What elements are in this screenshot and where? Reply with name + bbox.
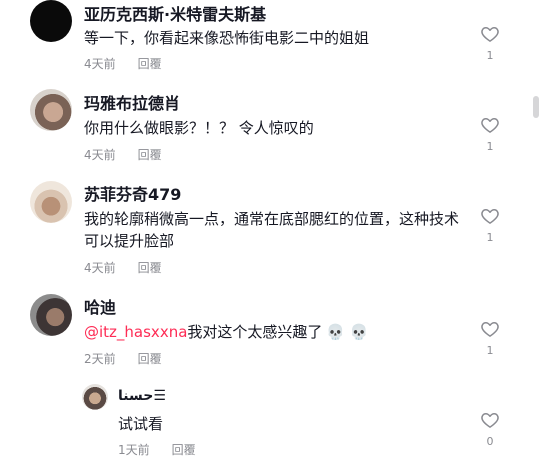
reply-text: 试试看: [118, 415, 164, 433]
comment-username[interactable]: 哈迪: [84, 297, 116, 319]
comment-text-body: 我对这个太感兴趣了: [187, 323, 323, 341]
like-button[interactable]: 1: [478, 206, 502, 244]
like-count: 1: [486, 344, 494, 357]
comment-text: 你用什么做眼影？！？ 令人惊叹的: [84, 119, 314, 137]
avatar[interactable]: [30, 0, 72, 42]
skull-emoji-icon: 💀 💀: [326, 323, 369, 341]
like-button[interactable]: 1: [478, 115, 502, 153]
comment-item: 玛雅布拉德肖 你用什么做眼影？！？ 令人惊叹的 4天前 回覆 1: [0, 88, 543, 168]
comment-item: 亚历克西斯·米特雷夫斯基 等一下，你看起来像恐怖街电影二中的姐姐 4天前 回覆 1: [0, 0, 543, 80]
like-count: 1: [486, 231, 494, 244]
comment-meta: 2天前 回覆: [84, 351, 162, 367]
reply-button[interactable]: 回覆: [138, 148, 162, 162]
reply-button[interactable]: 回覆: [138, 352, 162, 366]
comment-item: 哈迪 @itz_hasxxna我对这个太感兴趣了 💀 💀 2天前 回覆 1: [0, 292, 543, 372]
avatar[interactable]: [30, 294, 72, 336]
like-count: 1: [486, 140, 494, 153]
heart-outline-icon: [481, 322, 499, 337]
comment-item: 苏菲芬奇479 我的轮廓稍微高一点，通常在底部腮红的位置，这种技术可以提升脸部 …: [0, 178, 543, 278]
reply-time: 1天前: [118, 443, 150, 457]
comment-username[interactable]: 亚历克西斯·米特雷夫斯基: [84, 4, 266, 26]
comment-username[interactable]: 玛雅布拉德肖: [84, 93, 180, 115]
avatar[interactable]: [82, 384, 108, 410]
heart-outline-icon: [481, 413, 499, 428]
comment-text: 我的轮廓稍微高一点，通常在底部腮红的位置，这种技术可以提升脸部: [84, 210, 460, 250]
comment-meta: 4天前 回覆: [84, 260, 162, 276]
reply-meta: 1天前 回覆: [118, 442, 196, 458]
mention-link[interactable]: @itz_hasxxna: [84, 323, 187, 341]
like-button[interactable]: 1: [478, 319, 502, 357]
reply-button[interactable]: 回覆: [138, 57, 162, 71]
comment-username[interactable]: 苏菲芬奇479: [84, 184, 181, 206]
avatar[interactable]: [30, 181, 72, 223]
comment-meta: 4天前 回覆: [84, 147, 162, 163]
comment-time: 4天前: [84, 261, 116, 275]
comment-time: 4天前: [84, 148, 116, 162]
like-button[interactable]: 0: [478, 410, 502, 448]
reply-comment-item: حسنا☰ 试试看 1天前 回覆 0: [0, 384, 543, 474]
comment-meta: 4天前 回覆: [84, 56, 162, 72]
comment-time: 2天前: [84, 352, 116, 366]
like-count: 1: [486, 49, 494, 62]
like-button[interactable]: 1: [478, 24, 502, 62]
heart-outline-icon: [481, 209, 499, 224]
reply-button[interactable]: 回覆: [172, 443, 196, 457]
avatar[interactable]: [30, 89, 72, 131]
like-count: 0: [486, 435, 494, 448]
reply-button[interactable]: 回覆: [138, 261, 162, 275]
heart-outline-icon: [481, 118, 499, 133]
reply-username[interactable]: حسنا☰: [118, 385, 166, 407]
scrollbar-thumb[interactable]: [533, 96, 539, 118]
comment-text: 等一下，你看起来像恐怖街电影二中的姐姐: [84, 29, 370, 47]
comment-text: @itz_hasxxna我对这个太感兴趣了 💀 💀: [84, 321, 464, 343]
heart-outline-icon: [481, 27, 499, 42]
comment-time: 4天前: [84, 57, 116, 71]
